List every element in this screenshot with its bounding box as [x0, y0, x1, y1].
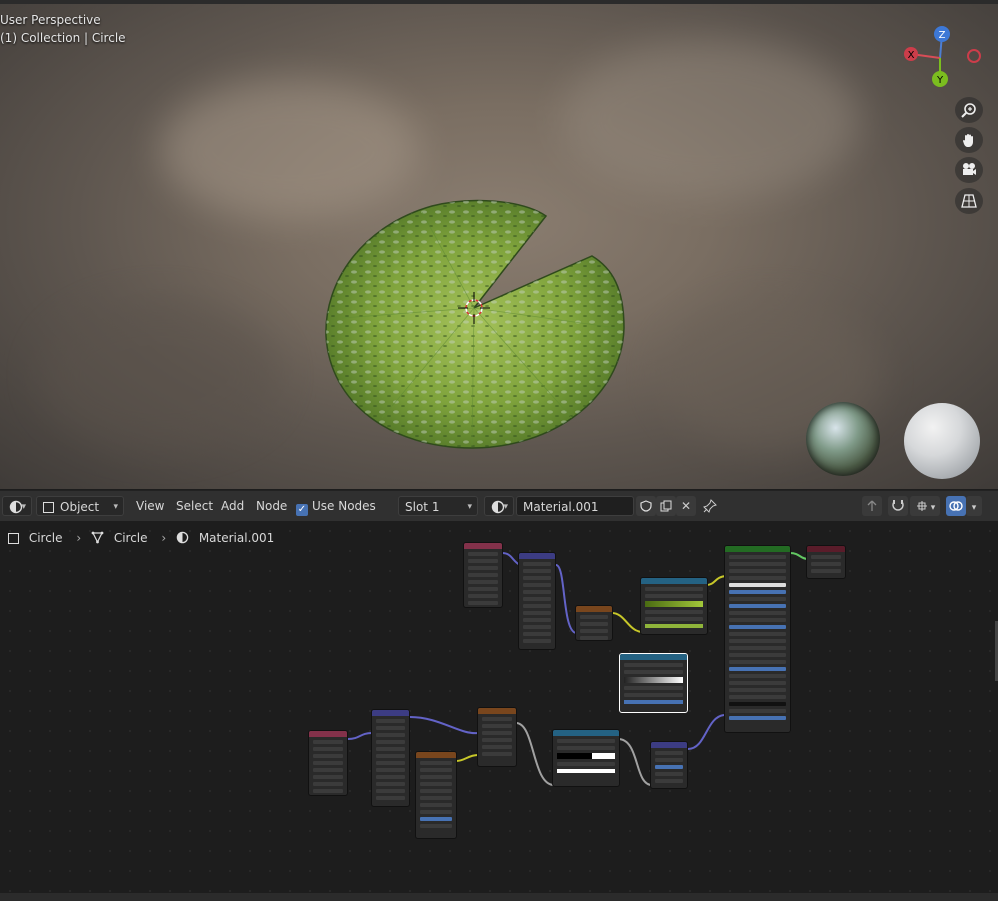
value-slider	[624, 700, 683, 704]
node-header	[478, 708, 516, 714]
node-header	[372, 710, 409, 716]
menu-add[interactable]: Add	[221, 496, 244, 516]
object-icon	[43, 502, 54, 513]
unlink-material-close-icon[interactable]: ✕	[676, 496, 696, 516]
node-texture-coordinate-2[interactable]	[308, 730, 348, 796]
menu-node[interactable]: Node	[256, 496, 287, 516]
node-header	[464, 543, 502, 549]
node-color-ramp-selected[interactable]	[619, 653, 688, 713]
node-header	[620, 654, 687, 660]
lily-pad-object[interactable]	[322, 198, 626, 450]
color-swatch	[557, 769, 615, 773]
status-bar	[0, 893, 998, 901]
menu-view[interactable]: View	[136, 496, 164, 516]
node-header	[519, 553, 555, 559]
background-blur	[40, 300, 280, 450]
zoom-icon[interactable]	[955, 97, 983, 123]
svg-text:X: X	[908, 50, 915, 61]
snap-icon[interactable]	[888, 496, 908, 516]
overlays-dropdown-chevron-icon[interactable]: ▾	[966, 496, 982, 516]
slot-dropdown[interactable]: Slot 1 ▾	[398, 496, 478, 516]
color-ramp-gradient	[624, 677, 683, 683]
node-color-ramp-2[interactable]	[552, 729, 620, 787]
neg-x-axis-handle	[967, 49, 981, 63]
overlays-toggle-icon[interactable]	[946, 496, 966, 516]
node-color-ramp[interactable]	[640, 577, 708, 635]
svg-text:Z: Z	[939, 30, 946, 41]
color-ramp-gradient	[645, 601, 703, 607]
fake-user-shield-icon[interactable]	[636, 496, 656, 516]
node-header	[641, 578, 707, 584]
node-material-output[interactable]	[806, 545, 846, 579]
node-editor-canvas[interactable]: Circle › Circle › Material.001	[0, 521, 998, 893]
node-header	[651, 742, 687, 748]
node-header	[807, 546, 845, 552]
material-preview-sphere	[904, 403, 980, 479]
object-mode-dropdown[interactable]: Object ▾	[36, 496, 124, 516]
node-mapping[interactable]	[518, 552, 556, 650]
material-browse-button[interactable]: ▾	[484, 496, 514, 516]
grid-icon[interactable]	[955, 188, 983, 214]
node-principled-bsdf[interactable]	[724, 545, 791, 733]
background-blur	[560, 40, 860, 200]
node-noise-texture[interactable]	[415, 751, 457, 839]
material-name-field[interactable]: Material.001	[516, 496, 634, 516]
color-ramp-gradient	[557, 753, 615, 759]
node-image-texture[interactable]	[575, 605, 613, 641]
color-swatch	[645, 624, 703, 628]
editor-type-dropdown[interactable]: ▾	[2, 496, 32, 516]
hdri-preview-sphere	[806, 402, 880, 476]
camera-icon[interactable]	[955, 157, 983, 183]
menu-select[interactable]: Select	[176, 496, 213, 516]
view-perspective-label: User Perspective	[0, 13, 101, 27]
checkmark-icon: ✓	[296, 504, 308, 516]
node-bump[interactable]	[650, 741, 688, 789]
snap-element-dropdown[interactable]: ▾	[910, 496, 940, 516]
node-mapping-2[interactable]	[371, 709, 410, 807]
parent-node-tree-icon[interactable]	[862, 496, 882, 516]
viewport-top-toolbar	[0, 0, 998, 4]
pin-icon[interactable]	[700, 496, 720, 516]
active-object-label: (1) Collection | Circle	[0, 31, 126, 45]
node-voronoi-texture[interactable]	[477, 707, 517, 767]
svg-text:Y: Y	[936, 75, 944, 86]
duplicate-material-icon[interactable]	[656, 496, 676, 516]
node-texture-coordinate[interactable]	[463, 542, 503, 608]
hand-icon[interactable]	[955, 127, 983, 153]
use-nodes-checkbox[interactable]: ✓ Use Nodes	[296, 496, 376, 516]
node-header	[553, 730, 619, 736]
node-editor-header: ▾ Object ▾ View Select Add Node ✓ Use Nod…	[0, 490, 998, 521]
node-header	[576, 606, 612, 612]
node-header	[416, 752, 456, 758]
node-header	[725, 546, 790, 552]
navigation-gizmo[interactable]: Z X Y	[896, 24, 988, 90]
3d-viewport[interactable]: User Perspective (1) Collection | Circle	[0, 0, 998, 489]
node-header	[309, 731, 347, 737]
